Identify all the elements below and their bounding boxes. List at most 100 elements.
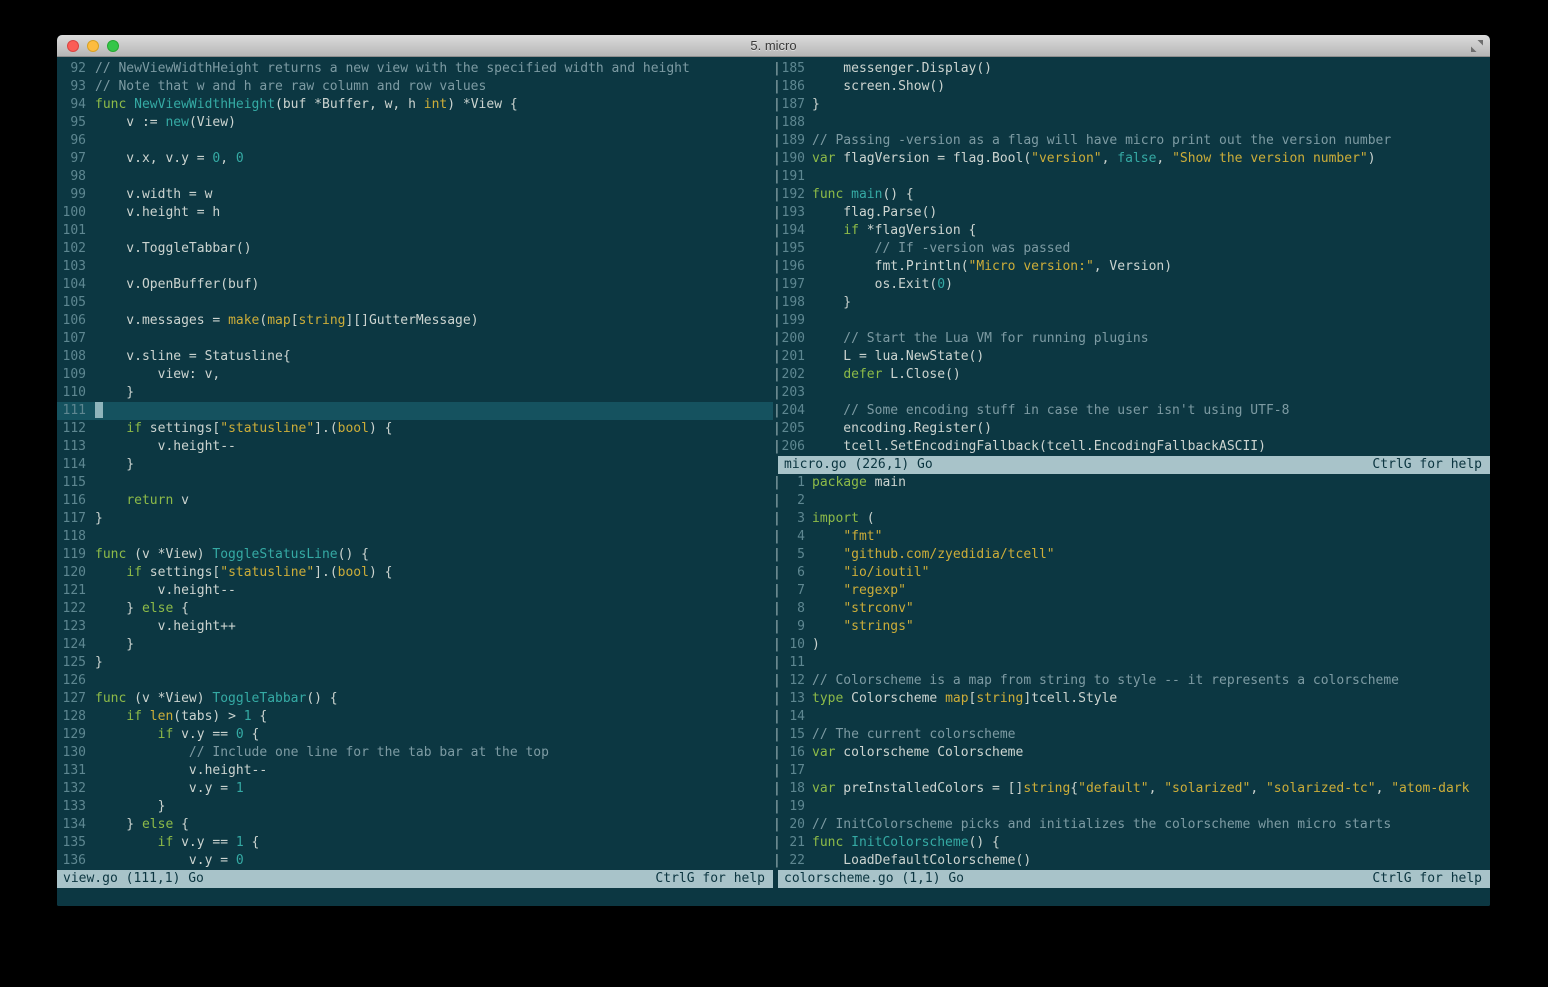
code-line[interactable]: 122 } else { — [57, 600, 773, 618]
code-line[interactable]: |188 — [773, 114, 1490, 132]
code-line[interactable]: 109 view: v, — [57, 366, 773, 384]
code-line[interactable]: 133 } — [57, 798, 773, 816]
code-line[interactable]: 102 v.ToggleTabbar() — [57, 240, 773, 258]
code-line[interactable]: 117} — [57, 510, 773, 528]
code-line[interactable]: 95 v := new(View) — [57, 114, 773, 132]
code-line[interactable]: |8 "strconv" — [773, 600, 1490, 618]
code-line[interactable]: 134 } else { — [57, 816, 773, 834]
code-line[interactable]: |2 — [773, 492, 1490, 510]
code-line[interactable]: |202 defer L.Close() — [773, 366, 1490, 384]
line-number: 20 — [781, 816, 805, 834]
code-line[interactable]: |3import ( — [773, 510, 1490, 528]
editor-pane-view-go[interactable]: 92// NewViewWidthHeight returns a new vi… — [57, 60, 773, 888]
code-line[interactable]: |196 fmt.Println("Micro version:", Versi… — [773, 258, 1490, 276]
code-line[interactable]: 97 v.x, v.y = 0, 0 — [57, 150, 773, 168]
code-line[interactable]: |185 messenger.Display() — [773, 60, 1490, 78]
code-line[interactable]: |190var flagVersion = flag.Bool("version… — [773, 150, 1490, 168]
code-line[interactable]: |11 — [773, 654, 1490, 672]
code-line[interactable]: |10) — [773, 636, 1490, 654]
code-line[interactable]: |12// Colorscheme is a map from string t… — [773, 672, 1490, 690]
code-line[interactable]: 129 if v.y == 0 { — [57, 726, 773, 744]
code-line[interactable]: 125} — [57, 654, 773, 672]
code-line[interactable]: |192func main() { — [773, 186, 1490, 204]
code-line[interactable]: 121 v.height-- — [57, 582, 773, 600]
code-line[interactable]: |193 flag.Parse() — [773, 204, 1490, 222]
code-line[interactable]: |7 "regexp" — [773, 582, 1490, 600]
code-line[interactable]: 126 — [57, 672, 773, 690]
code-line[interactable]: 101 — [57, 222, 773, 240]
code-line[interactable]: 93// Note that w and h are raw column an… — [57, 78, 773, 96]
code-line[interactable]: 120 if settings["statusline"].(bool) { — [57, 564, 773, 582]
code-line[interactable]: |17 — [773, 762, 1490, 780]
code-line[interactable]: 113 v.height-- — [57, 438, 773, 456]
code-line[interactable]: |197 os.Exit(0) — [773, 276, 1490, 294]
code-line[interactable]: |189// Passing -version as a flag will h… — [773, 132, 1490, 150]
code-line[interactable]: 92// NewViewWidthHeight returns a new vi… — [57, 60, 773, 78]
editor-panes-right[interactable]: |185 messenger.Display()|186 screen.Show… — [773, 60, 1490, 888]
code-line[interactable]: |16var colorscheme Colorscheme — [773, 744, 1490, 762]
code-line[interactable]: |4 "fmt" — [773, 528, 1490, 546]
code-line[interactable]: 131 v.height-- — [57, 762, 773, 780]
code-line[interactable]: |199 — [773, 312, 1490, 330]
code-line[interactable]: 111 — [57, 402, 773, 420]
code-line[interactable]: 100 v.height = h — [57, 204, 773, 222]
code-line[interactable]: 110 } — [57, 384, 773, 402]
code-line[interactable]: |204 // Some encoding stuff in case the … — [773, 402, 1490, 420]
code-line[interactable]: |20// InitColorscheme picks and initiali… — [773, 816, 1490, 834]
code-line[interactable]: |6 "io/ioutil" — [773, 564, 1490, 582]
code-line[interactable]: |198 } — [773, 294, 1490, 312]
code-line[interactable]: |18var preInstalledColors = []string{"de… — [773, 780, 1490, 798]
code-line[interactable]: 116 return v — [57, 492, 773, 510]
code-line[interactable]: |186 screen.Show() — [773, 78, 1490, 96]
code-line[interactable]: 104 v.OpenBuffer(buf) — [57, 276, 773, 294]
code-line[interactable]: |206 tcell.SetEncodingFallback(tcell.Enc… — [773, 438, 1490, 456]
code-line[interactable]: |195 // If -version was passed — [773, 240, 1490, 258]
code-text: messenger.Display() — [812, 60, 1490, 78]
code-line[interactable]: |203 — [773, 384, 1490, 402]
code-line[interactable]: 96 — [57, 132, 773, 150]
code-line[interactable]: |194 if *flagVersion { — [773, 222, 1490, 240]
line-number: 206 — [781, 438, 805, 456]
split-divider: | — [773, 474, 781, 492]
code-line[interactable]: 112 if settings["statusline"].(bool) { — [57, 420, 773, 438]
code-line[interactable]: 105 — [57, 294, 773, 312]
code-line[interactable]: 136 v.y = 0 — [57, 852, 773, 870]
code-line[interactable]: 94func NewViewWidthHeight(buf *Buffer, w… — [57, 96, 773, 114]
code-line[interactable]: 119func (v *View) ToggleStatusLine() { — [57, 546, 773, 564]
code-line[interactable]: 135 if v.y == 1 { — [57, 834, 773, 852]
code-line[interactable]: 108 v.sline = Statusline{ — [57, 348, 773, 366]
code-text — [95, 330, 773, 348]
code-line[interactable]: 123 v.height++ — [57, 618, 773, 636]
code-line[interactable]: |1package main — [773, 474, 1490, 492]
code-line[interactable]: 103 — [57, 258, 773, 276]
code-line[interactable]: 106 v.messages = make(map[string][]Gutte… — [57, 312, 773, 330]
code-line[interactable]: 107 — [57, 330, 773, 348]
code-text — [95, 222, 773, 240]
code-line[interactable]: |9 "strings" — [773, 618, 1490, 636]
code-line[interactable]: |201 L = lua.NewState() — [773, 348, 1490, 366]
code-line[interactable]: 124 } — [57, 636, 773, 654]
code-line[interactable]: |200 // Start the Lua VM for running plu… — [773, 330, 1490, 348]
line-number: 198 — [781, 294, 805, 312]
code-line[interactable]: 130 // Include one line for the tab bar … — [57, 744, 773, 762]
code-line[interactable]: |19 — [773, 798, 1490, 816]
code-line[interactable]: 115 — [57, 474, 773, 492]
code-line[interactable]: |5 "github.com/zyedidia/tcell" — [773, 546, 1490, 564]
code-line[interactable]: 132 v.y = 1 — [57, 780, 773, 798]
code-line[interactable]: 99 v.width = w — [57, 186, 773, 204]
code-line[interactable]: 118 — [57, 528, 773, 546]
code-line[interactable]: 114 } — [57, 456, 773, 474]
code-line[interactable]: |187} — [773, 96, 1490, 114]
fullscreen-icon[interactable] — [1470, 39, 1484, 53]
code-line[interactable]: 127func (v *View) ToggleTabbar() { — [57, 690, 773, 708]
code-line[interactable]: |21func InitColorscheme() { — [773, 834, 1490, 852]
window-titlebar[interactable]: 5. micro — [57, 35, 1490, 57]
code-line[interactable]: |205 encoding.Register() — [773, 420, 1490, 438]
code-line[interactable]: |13type Colorscheme map[string]tcell.Sty… — [773, 690, 1490, 708]
code-line[interactable]: |15// The current colorscheme — [773, 726, 1490, 744]
code-line[interactable]: |14 — [773, 708, 1490, 726]
code-line[interactable]: |191 — [773, 168, 1490, 186]
code-line[interactable]: 128 if len(tabs) > 1 { — [57, 708, 773, 726]
code-line[interactable]: |22 LoadDefaultColorscheme() — [773, 852, 1490, 870]
code-line[interactable]: 98 — [57, 168, 773, 186]
